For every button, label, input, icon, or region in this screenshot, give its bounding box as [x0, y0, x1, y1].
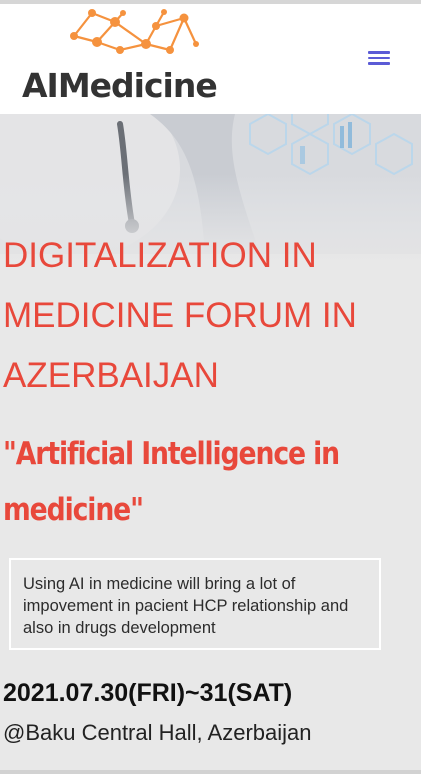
subtitle-line: medicine" — [3, 492, 144, 528]
hamburger-menu-icon[interactable] — [366, 48, 392, 70]
site-header: AIMedicine — [0, 4, 421, 114]
title-line: AZERBAIJAN — [3, 356, 219, 395]
page-subtitle: "Artificial Intelligence in medicine" — [3, 426, 416, 538]
menu-bar — [368, 51, 390, 54]
menu-bar — [368, 56, 390, 59]
title-line: DIGITALIZATION IN — [3, 236, 317, 275]
bottom-divider — [0, 770, 421, 774]
page-title: DIGITALIZATION IN MEDICINE FORUM IN AZER… — [3, 226, 418, 406]
title-line: MEDICINE FORUM IN — [3, 296, 357, 335]
menu-bar — [368, 62, 390, 65]
brand-name: AIMedicine — [22, 66, 218, 105]
event-date: 2021.07.30(FRI)~31(SAT) — [3, 679, 293, 707]
description-box: Using AI in medicine will bring a lot of… — [9, 558, 381, 650]
event-venue: @Baku Central Hall, Azerbaijan — [3, 720, 312, 745]
subtitle-line: "Artificial Intelligence in — [3, 436, 340, 472]
site-logo[interactable]: AIMedicine — [20, 4, 250, 112]
network-molecule-icon — [70, 9, 199, 54]
hero-section: DIGITALIZATION IN MEDICINE FORUM IN AZER… — [0, 114, 421, 770]
